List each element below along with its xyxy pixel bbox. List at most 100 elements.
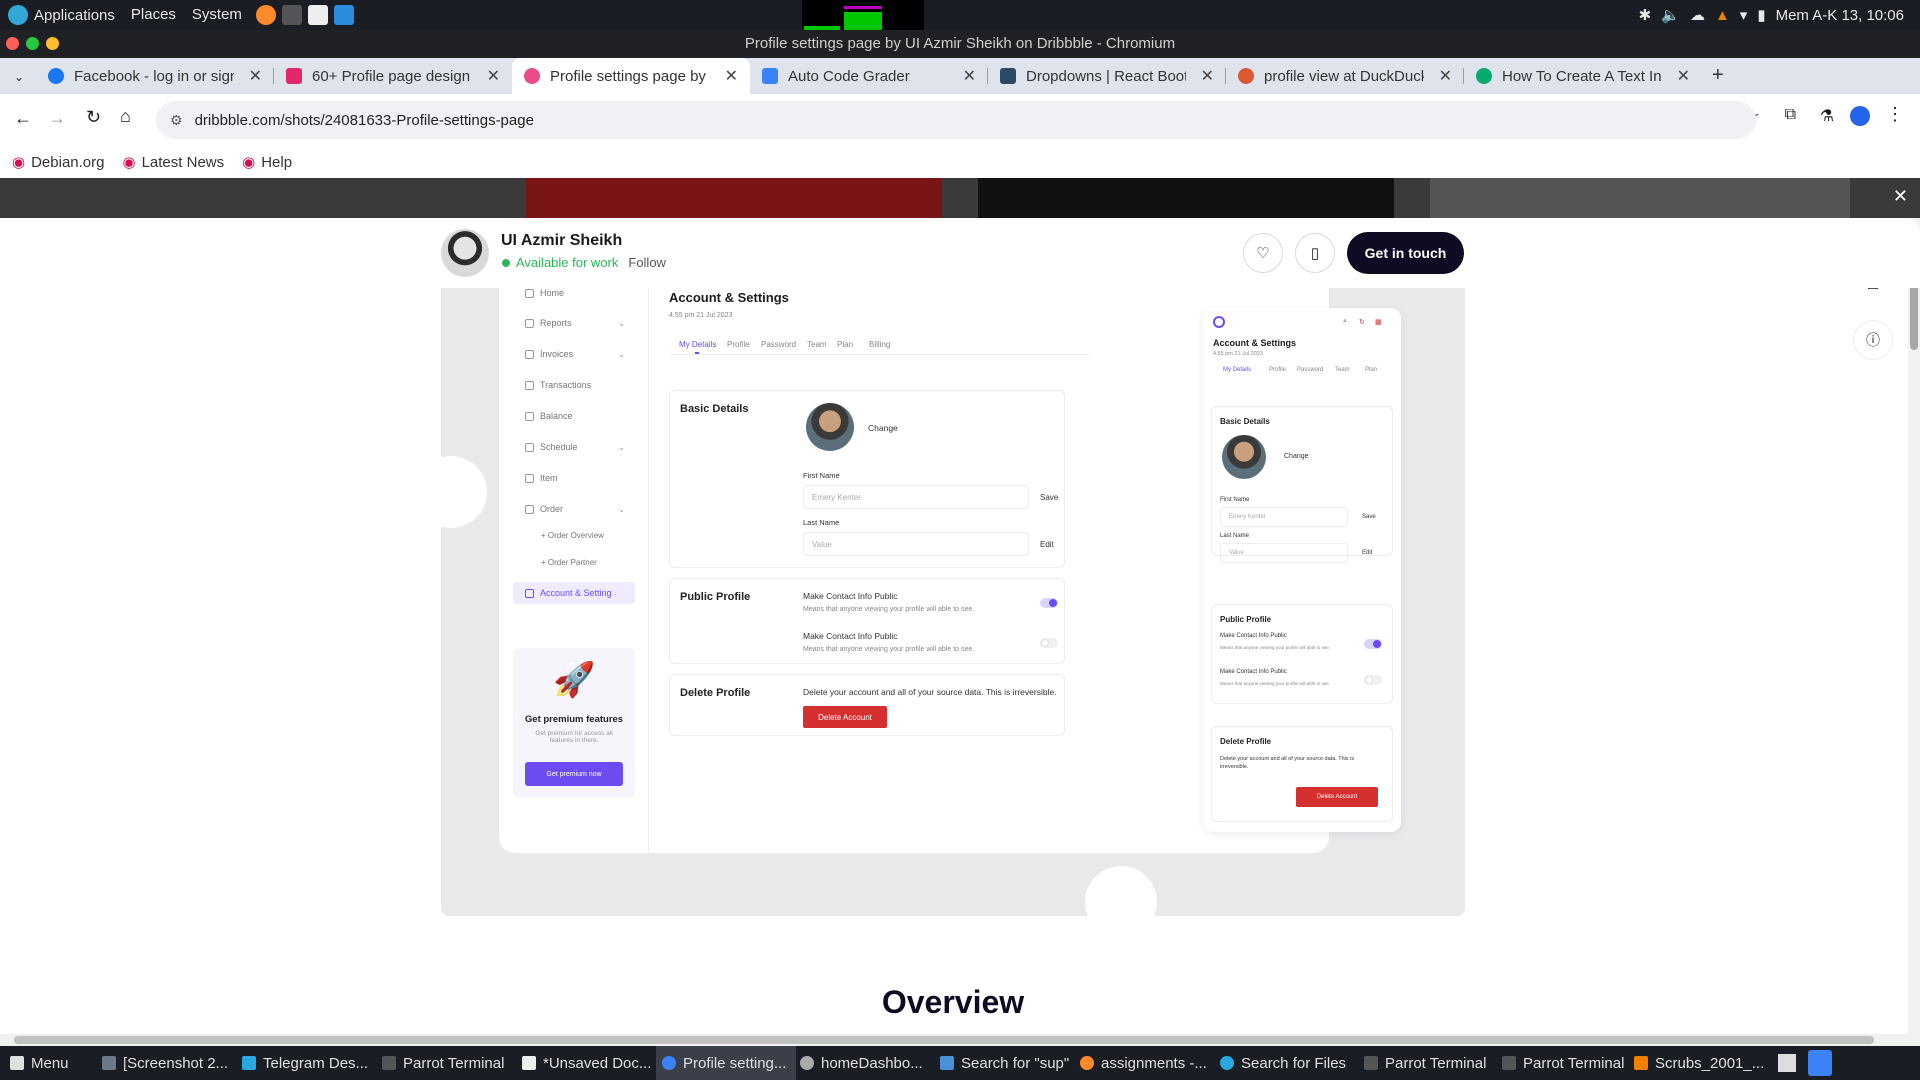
author-avatar[interactable] bbox=[441, 229, 489, 277]
tab-auto-code-grader[interactable]: Auto Code Grader ✕ bbox=[750, 58, 988, 94]
get-in-touch-button[interactable]: Get in touch bbox=[1347, 232, 1464, 274]
close-window-button[interactable] bbox=[6, 37, 19, 50]
tab-plan[interactable]: Plan bbox=[837, 340, 853, 349]
close-tab-icon[interactable]: ✕ bbox=[963, 66, 976, 86]
mobile-profile-photo[interactable] bbox=[1222, 435, 1266, 479]
cloud-icon[interactable]: ☁ bbox=[1690, 6, 1705, 24]
places-menu[interactable]: Places bbox=[123, 0, 184, 30]
tab-team[interactable]: Team bbox=[807, 340, 827, 349]
last-name-input[interactable]: Value bbox=[803, 532, 1029, 556]
contact-public-toggle-off[interactable] bbox=[1040, 638, 1058, 648]
taskbar-item-telegram[interactable]: Telegram Des... bbox=[242, 1046, 376, 1080]
save-button[interactable]: ▯ bbox=[1295, 233, 1335, 273]
chromium-tray-icon[interactable] bbox=[1808, 1050, 1832, 1076]
mobile-tab-plan[interactable]: Plan bbox=[1365, 367, 1377, 373]
labs-icon[interactable]: ⚗ bbox=[1820, 106, 1834, 126]
close-tab-icon[interactable]: ✕ bbox=[1677, 66, 1690, 86]
change-photo-link[interactable]: Change bbox=[868, 423, 898, 433]
tab-duckduckgo[interactable]: profile view at DuckDuck ✕ bbox=[1226, 58, 1464, 94]
close-tab-icon[interactable]: ✕ bbox=[487, 66, 500, 86]
delete-account-button[interactable]: Delete Account bbox=[803, 706, 887, 728]
close-tab-icon[interactable]: ✕ bbox=[1439, 66, 1452, 86]
author-name[interactable]: UI Azmir Sheikh bbox=[501, 232, 622, 250]
taskbar-item-vlc[interactable]: Scrubs_2001_... bbox=[1634, 1046, 1768, 1080]
close-tab-icon[interactable]: ✕ bbox=[249, 66, 262, 86]
calendar-icon[interactable]: ▦ bbox=[1375, 318, 1382, 326]
battery-icon[interactable]: ▮ bbox=[1757, 6, 1765, 24]
bookmark-latest-news[interactable]: ◉ Latest News bbox=[122, 153, 224, 172]
profile-photo[interactable] bbox=[806, 403, 854, 451]
close-modal-icon[interactable]: ✕ bbox=[1893, 186, 1908, 207]
mobile-tab-password[interactable]: Password bbox=[1297, 367, 1323, 373]
tab-w3schools[interactable]: How To Create A Text Ins ✕ bbox=[1464, 58, 1702, 94]
sidebar-item-account-setting[interactable]: Account & Setting bbox=[525, 588, 635, 598]
taskbar-item-terminal-2[interactable]: Parrot Terminal bbox=[1364, 1046, 1494, 1080]
sidebar-item-schedule[interactable]: Schedule ⌄ bbox=[525, 442, 635, 452]
minimize-window-button[interactable] bbox=[26, 37, 39, 50]
mobile-tab-my-details[interactable]: My Details bbox=[1223, 367, 1251, 373]
home-icon[interactable]: ⌂ bbox=[120, 106, 131, 127]
sidebar-item-order[interactable]: Order ⌄ bbox=[525, 504, 635, 514]
workspace-switcher-icon[interactable] bbox=[1778, 1054, 1796, 1072]
sidebar-item-item[interactable]: Item bbox=[525, 473, 635, 483]
contact-public-toggle-on[interactable] bbox=[1040, 598, 1058, 608]
mobile-tab-profile[interactable]: Profile bbox=[1269, 367, 1286, 373]
horizontal-scrollbar[interactable] bbox=[0, 1034, 1920, 1046]
new-tab-button[interactable]: + bbox=[1712, 64, 1724, 87]
vertical-scrollbar[interactable] bbox=[1908, 218, 1920, 1034]
bookmark-debian[interactable]: ◉ Debian.org bbox=[12, 153, 104, 172]
sidebar-item-invoices[interactable]: Invoices ⌄ bbox=[525, 349, 635, 359]
url-text[interactable]: dribbble.com/shots/24081633-Profile-sett… bbox=[195, 112, 534, 129]
first-name-input[interactable]: Emery Kenter bbox=[803, 485, 1029, 509]
sidebar-item-transactions[interactable]: Transactions bbox=[525, 380, 635, 390]
follow-link[interactable]: Follow bbox=[628, 255, 666, 270]
mobile-first-name-input[interactable]: Emery Kenter bbox=[1220, 507, 1348, 527]
taskbar-item-search-files[interactable]: Search for Files bbox=[1220, 1046, 1360, 1080]
terminal-launcher-icon[interactable] bbox=[281, 5, 302, 25]
taskbar-item-unsaved-doc[interactable]: *Unsaved Doc... bbox=[522, 1046, 656, 1080]
save-first-name-button[interactable]: Save bbox=[1040, 493, 1058, 502]
edit-last-name-button[interactable]: Edit bbox=[1040, 540, 1054, 549]
bluetooth-icon[interactable]: ✱ bbox=[1639, 6, 1652, 24]
mobile-change-link[interactable]: Change bbox=[1284, 453, 1309, 460]
mobile-tab-team[interactable]: Team bbox=[1335, 367, 1350, 373]
tab-billing[interactable]: Billing bbox=[869, 340, 890, 349]
tab-react-bootstrap[interactable]: Dropdowns | React Boots ✕ bbox=[988, 58, 1226, 94]
extensions-icon[interactable]: ⧉ bbox=[1785, 106, 1796, 124]
mobile-save-button[interactable]: Save bbox=[1362, 514, 1376, 520]
sidebar-item-balance[interactable]: Balance bbox=[525, 411, 635, 421]
taskbar-item-assignments[interactable]: assignments -... bbox=[1080, 1046, 1214, 1080]
mobile-edit-button[interactable]: Edit bbox=[1362, 550, 1372, 556]
like-button[interactable]: ♡ bbox=[1243, 233, 1283, 273]
tab-search-button[interactable]: ⌄ bbox=[8, 66, 30, 88]
mobile-contact-toggle-on[interactable] bbox=[1364, 639, 1382, 649]
reload-icon[interactable]: ↻ bbox=[86, 107, 101, 128]
firefox-launcher-icon[interactable] bbox=[255, 5, 276, 25]
tab-profile[interactable]: Profile bbox=[727, 340, 750, 349]
wifi-icon[interactable]: ▾ bbox=[1740, 6, 1748, 24]
address-bar[interactable]: ⚙ dribbble.com/shots/24081633-Profile-se… bbox=[156, 101, 1756, 139]
shot-details-button[interactable]: ⓘ bbox=[1853, 320, 1893, 360]
text-editor-launcher-icon[interactable] bbox=[307, 5, 328, 25]
taskbar-item-homedashboard[interactable]: homeDashbo... bbox=[800, 1046, 930, 1080]
back-icon[interactable]: ← bbox=[14, 108, 32, 129]
vscode-launcher-icon[interactable] bbox=[333, 5, 354, 25]
sidebar-subitem-order-partner[interactable]: + Order Partner bbox=[541, 558, 651, 567]
get-premium-button[interactable]: Get premium now bbox=[525, 762, 623, 786]
sidebar-subitem-order-overview[interactable]: + Order Overview bbox=[541, 531, 651, 540]
volume-icon[interactable]: 🔈 bbox=[1661, 6, 1680, 24]
close-tab-icon[interactable]: ✕ bbox=[1201, 66, 1214, 86]
tab-dribbble-active[interactable]: Profile settings page by U ✕ bbox=[512, 58, 750, 94]
close-tab-icon[interactable]: ✕ bbox=[725, 66, 738, 86]
applications-menu[interactable]: Applications bbox=[0, 0, 123, 30]
browser-menu-icon[interactable]: ⋮ bbox=[1886, 104, 1904, 125]
tab-facebook[interactable]: Facebook - log in or sign ✕ bbox=[36, 58, 274, 94]
system-menu[interactable]: System bbox=[184, 0, 250, 30]
tab-my-details[interactable]: My Details bbox=[679, 340, 716, 349]
taskbar-item-screenshot[interactable]: [Screenshot 2... bbox=[102, 1046, 238, 1080]
taskbar-item-chromium-active[interactable]: Profile setting... bbox=[656, 1046, 796, 1080]
mobile-last-name-input[interactable]: Value bbox=[1220, 543, 1348, 563]
taskbar-item-terminal-1[interactable]: Parrot Terminal bbox=[382, 1046, 512, 1080]
tab-password[interactable]: Password bbox=[761, 340, 796, 349]
tab-profile-page-designs[interactable]: 60+ Profile page design e ✕ bbox=[274, 58, 512, 94]
